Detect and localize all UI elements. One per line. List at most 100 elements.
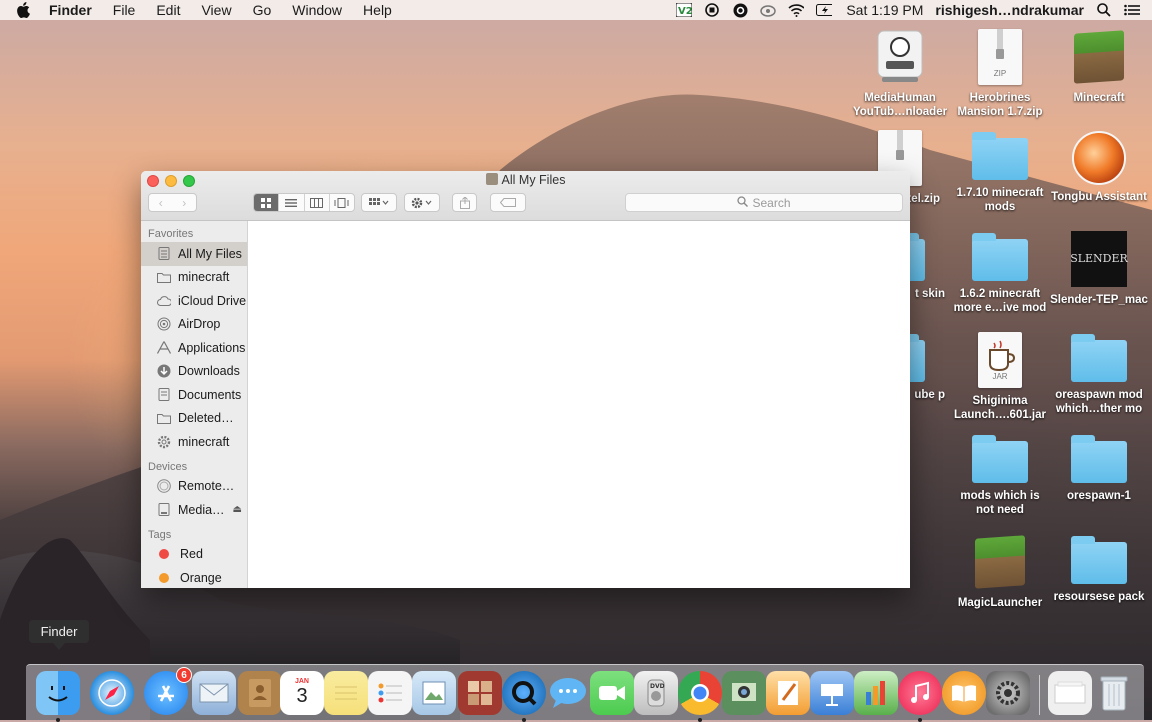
- creative-cloud-icon[interactable]: [760, 2, 777, 18]
- desktop-icon-resoursese-pack[interactable]: resoursese pack: [1049, 534, 1149, 604]
- apple-menu-icon[interactable]: [16, 2, 32, 18]
- app-menu-finder[interactable]: Finder: [49, 2, 92, 18]
- menubar-clock[interactable]: Sat 1:19 PM: [846, 2, 923, 18]
- arrange-button[interactable]: [361, 193, 397, 212]
- desktop-icon-mediahuman[interactable]: MediaHuman YouTub…nloader: [850, 29, 950, 119]
- sidebar-item-minecraft[interactable]: minecraft: [141, 266, 247, 290]
- sidebar-item-remote-disc[interactable]: Remote…: [141, 475, 247, 499]
- desktop-icon-oreaspawn-mod[interactable]: oreaspawn mod which…ther mo: [1049, 332, 1149, 416]
- dock-app-store[interactable]: 6: [144, 667, 192, 715]
- dock-itunes[interactable]: [898, 671, 942, 722]
- action-gear-button[interactable]: [404, 193, 440, 212]
- desktop-icon-label: Shiginima Launch….601.jar: [953, 395, 1047, 421]
- list-view-button[interactable]: [279, 194, 305, 211]
- desktop-icon-minecraft[interactable]: Minecraft: [1049, 29, 1149, 105]
- dock-dvd-player[interactable]: DVD: [634, 671, 678, 715]
- forward-arrow-icon[interactable]: ›: [173, 196, 197, 210]
- sidebar-tag-orange[interactable]: Orange: [141, 566, 247, 588]
- eject-icon[interactable]: ⏏: [233, 504, 242, 515]
- menu-file[interactable]: File: [113, 2, 136, 18]
- folder-icon: [157, 271, 171, 284]
- dock-chrome[interactable]: [678, 671, 722, 722]
- record-icon[interactable]: [704, 2, 720, 18]
- battery-icon[interactable]: [816, 2, 833, 18]
- dock-numbers[interactable]: [854, 671, 898, 715]
- sidebar-item-airdrop[interactable]: AirDrop: [141, 313, 247, 337]
- menu-window[interactable]: Window: [292, 2, 342, 18]
- user-menu[interactable]: rishigesh…ndrakumar: [935, 2, 1084, 18]
- back-arrow-icon[interactable]: ‹: [149, 196, 173, 210]
- running-indicator: [918, 718, 922, 722]
- finder-sidebar: Favorites All My Files minecraft iCloud …: [141, 221, 248, 588]
- cover-flow-button[interactable]: [330, 194, 354, 211]
- desktop-icon-magiclauncher[interactable]: MagicLauncher: [950, 534, 1050, 610]
- dock-notes[interactable]: [324, 671, 368, 715]
- desktop-icon-mods-not-need[interactable]: mods which is not need: [950, 433, 1050, 517]
- all-my-files-icon: [485, 173, 498, 185]
- desktop-icon-162-mods[interactable]: 1.6.2 minecraft more e…ive mod: [950, 231, 1050, 315]
- desktop-icon-label: 1.7.10 minecraft mods: [956, 187, 1044, 213]
- menu-edit[interactable]: Edit: [156, 2, 180, 18]
- desktop-icon-tongbu[interactable]: Tongbu Assistant: [1049, 130, 1149, 204]
- dock-finder[interactable]: [36, 671, 80, 722]
- dock-trash[interactable]: [1092, 671, 1136, 715]
- column-view-button[interactable]: [305, 194, 330, 211]
- vpn-icon[interactable]: V2: [676, 2, 693, 18]
- search-input[interactable]: Search: [625, 193, 903, 212]
- dock-messages[interactable]: [546, 671, 590, 715]
- dock-system-preferences[interactable]: [986, 671, 1030, 715]
- spotlight-icon[interactable]: [1096, 2, 1112, 18]
- dock-ibooks[interactable]: [942, 671, 986, 715]
- sidebar-item-label: Media…: [178, 502, 225, 517]
- desktop-icon-herobrines-zip[interactable]: ZIP Herobrines Mansion 1.7.zip: [950, 29, 1050, 119]
- dock-quicktime[interactable]: [502, 671, 546, 722]
- dock-reminders[interactable]: [368, 671, 412, 715]
- desktop-icon-label: mods which is not need: [960, 490, 1040, 516]
- sidebar-item-documents[interactable]: Documents: [141, 383, 247, 407]
- menu-help[interactable]: Help: [363, 2, 392, 18]
- dock-pages[interactable]: [766, 671, 810, 715]
- menu-view[interactable]: View: [201, 2, 231, 18]
- svg-text:DVD: DVD: [650, 683, 665, 690]
- icon-view-button[interactable]: [254, 194, 280, 211]
- sidebar-item-applications[interactable]: Applications: [141, 336, 247, 360]
- desktop-icon-label: resoursese pack: [1053, 591, 1145, 603]
- sidebar-item-deleted[interactable]: Deleted…: [141, 407, 247, 431]
- sidebar-item-icloud-drive[interactable]: iCloud Drive: [141, 289, 247, 313]
- sidebar-item-downloads[interactable]: Downloads: [141, 360, 247, 384]
- desktop-icon-shiginima-jar[interactable]: JAR Shiginima Launch….601.jar: [950, 332, 1050, 422]
- dock-documents-stack[interactable]: [1048, 671, 1092, 715]
- desktop-icon-label: 1.6.2 minecraft more e…ive mod: [953, 288, 1047, 314]
- desktop-icon-orespawn-1[interactable]: orespawn-1: [1049, 433, 1149, 503]
- dock-facetime[interactable]: [590, 671, 634, 715]
- dock-calendar[interactable]: JAN 3: [280, 671, 324, 715]
- menu-go[interactable]: Go: [253, 2, 272, 18]
- notification-center-icon[interactable]: [1124, 2, 1140, 18]
- dock-keynote[interactable]: [810, 671, 854, 715]
- sidebar-tag-red[interactable]: Red: [141, 543, 247, 567]
- file-content-area[interactable]: [248, 221, 910, 588]
- tag-button[interactable]: [490, 193, 526, 212]
- sidebar-item-all-my-files[interactable]: All My Files: [141, 242, 247, 266]
- tags-heading: Tags: [148, 528, 172, 541]
- dock-iphoto[interactable]: [722, 671, 766, 715]
- desktop-icon-1710-mods[interactable]: 1.7.10 minecraft mods: [950, 130, 1050, 214]
- running-indicator: [56, 718, 60, 722]
- dock-contacts[interactable]: [238, 671, 282, 715]
- sidebar-item-label: Red: [180, 547, 203, 562]
- share-button[interactable]: [452, 193, 477, 212]
- status-area: V2 Sat 1:19 PM rishigesh…ndrakumar: [676, 0, 1140, 20]
- sidebar-item-media-volume[interactable]: Media… ⏏: [141, 498, 247, 522]
- slender-app-icon: SLENDER: [1070, 231, 1128, 287]
- sync-icon[interactable]: [732, 2, 748, 18]
- dock-photo-booth[interactable]: [458, 671, 502, 715]
- sidebar-item-minecraft-2[interactable]: minecraft: [141, 430, 247, 454]
- folder-icon: [1071, 536, 1127, 584]
- calendar-day: 3: [296, 685, 308, 707]
- dock-preview[interactable]: [412, 671, 456, 715]
- dock-safari[interactable]: [90, 671, 134, 715]
- dock-mail[interactable]: [192, 671, 236, 715]
- desktop-icon-slender[interactable]: SLENDER Slender-TEP_mac: [1049, 231, 1149, 307]
- svg-text:V2: V2: [678, 6, 692, 17]
- wifi-icon[interactable]: [788, 2, 805, 18]
